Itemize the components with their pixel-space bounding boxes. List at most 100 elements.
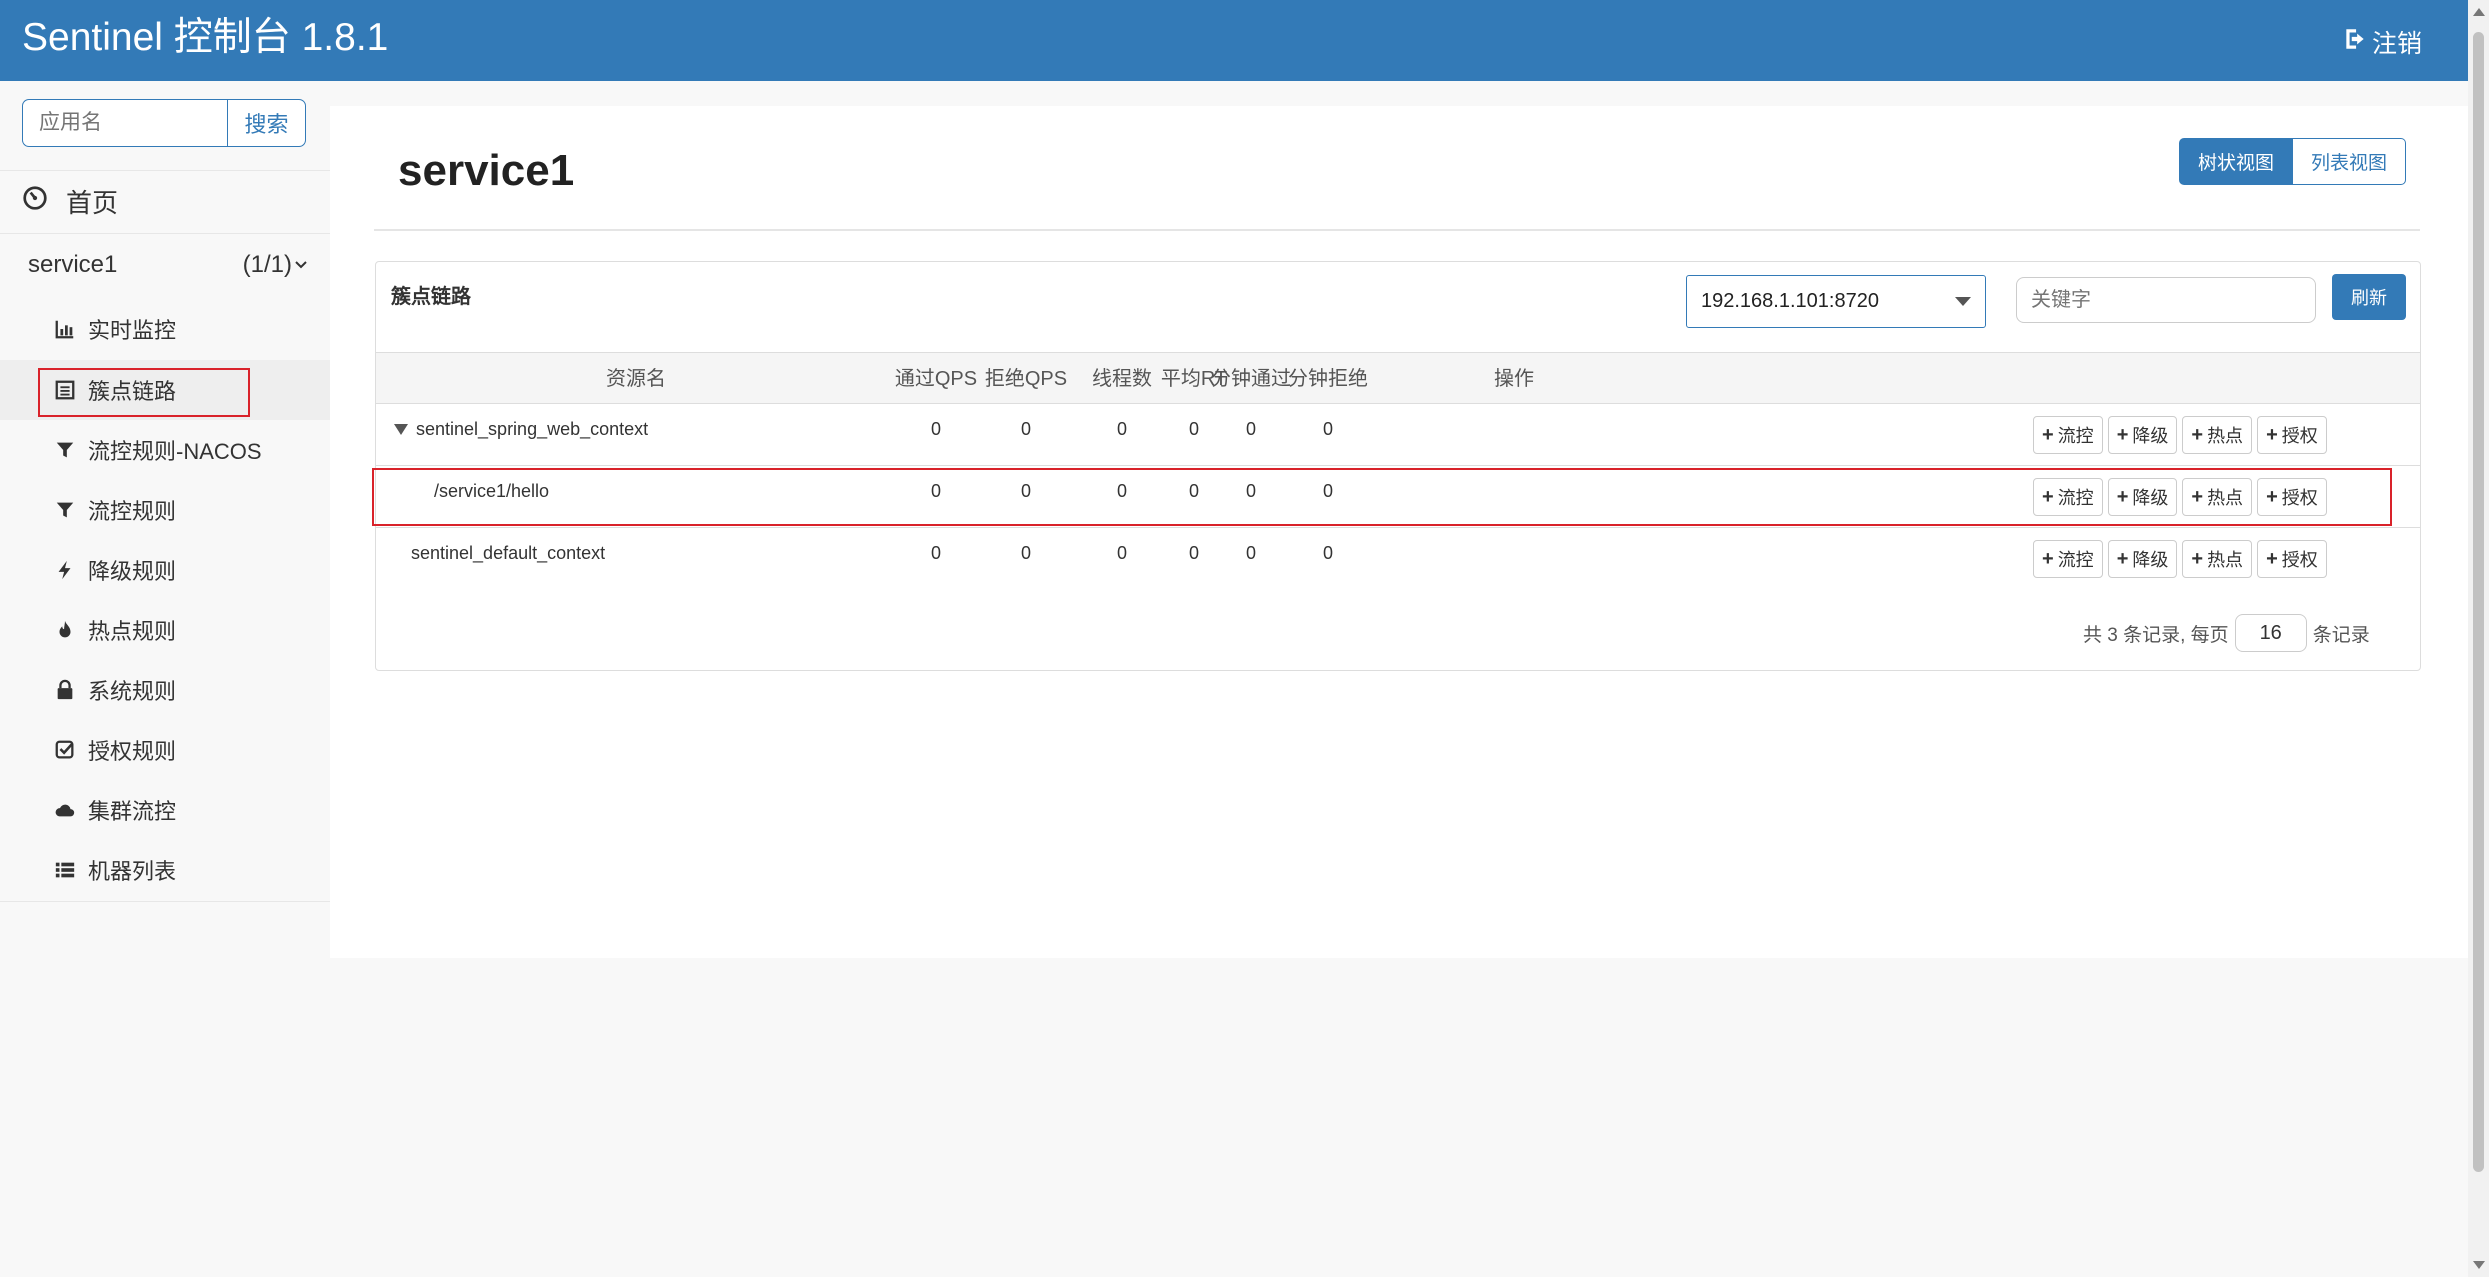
sidebar-item-machines[interactable]: 机器列表 [0,840,330,900]
sidebar-item-label: 机器列表 [88,859,177,884]
sidebar-item-label: 降级规则 [88,559,177,584]
block-qps: 0 [1020,419,1031,439]
add-authority-rule-button[interactable]: + 授权 [2257,540,2327,578]
tree-view-button[interactable]: 树状视图 [2179,138,2294,185]
pass-qps: 0 [930,419,941,439]
sign-out-icon [2342,26,2368,59]
bar-chart-icon [54,318,76,340]
sidebar-item-param-flow[interactable]: 热点规则 [0,600,330,660]
action-label: 授权 [2281,426,2318,446]
action-label: 流控 [2057,426,2094,446]
list-view-button[interactable]: 列表视图 [2293,138,2407,185]
page-scrollbar[interactable] [2468,0,2489,1277]
sidebar-item-metric[interactable]: 实时监控 [0,299,330,359]
action-label: 热点 [2207,426,2244,446]
panel-title: 簇点链路 [391,286,471,308]
keyword-input[interactable] [2016,277,2316,323]
flash-icon [54,559,76,581]
column-header: 分钟拒绝 [1288,368,1368,390]
caret-down-icon[interactable] [394,423,408,435]
resource-panel: 簇点链路 192.168.1.101:8720 刷新 资源名 通过QPS 拒绝Q… [375,261,2421,671]
sidebar-item-label: 热点规则 [88,619,177,644]
app-name: service1 [28,251,118,278]
highlight-box [372,468,2392,526]
plus-icon: + [2116,424,2129,446]
sidebar-item-label: 授权规则 [88,739,177,764]
list-icon [54,859,76,881]
logout-link[interactable]: 注销 [2342,24,2422,60]
check-icon [54,739,76,761]
divider [0,901,330,902]
filter-icon [54,499,76,521]
divider [374,229,2420,231]
nav-home[interactable]: 首页 [22,181,118,221]
machine-select[interactable]: 192.168.1.101:8720 [1686,275,1986,328]
view-toggle: 树状视图 列表视图 [2179,138,2407,185]
divider [0,170,330,171]
action-label: 热点 [2207,550,2244,570]
add-param-rule-button[interactable]: + 热点 [2182,540,2253,578]
scroll-thumb[interactable] [2473,32,2484,1172]
caret-down-icon [1955,297,1971,306]
machine-select-value: 192.168.1.101:8720 [1701,290,1879,312]
action-label: 流控 [2057,550,2094,570]
sidebar-item-label: 流控规则-NACOS [88,439,262,464]
scroll-down-arrow-icon[interactable] [2473,1261,2485,1269]
sidebar-item-label: 流控规则 [88,499,177,524]
sidebar-item-authority[interactable]: 授权规则 [0,720,330,780]
logout-label: 注销 [2371,30,2422,58]
main-content: service1 树状视图 列表视图 簇点链路 192.168.1.101:87… [330,106,2468,958]
resource-name: sentinel_default_context [411,543,606,563]
plus-icon: + [2191,548,2204,570]
sidebar-item-flow-nacos[interactable]: 流控规则-NACOS [0,420,330,480]
app-machine-count: (1/1) [242,251,292,278]
page-title: service1 [398,146,575,195]
add-degrade-rule-button[interactable]: + 降级 [2107,540,2178,578]
fire-icon [54,619,76,641]
sidebar-item-label: 系统规则 [88,679,177,704]
plus-icon: + [2266,424,2278,446]
page-size-input[interactable]: 16 [2234,614,2307,652]
sidebar-item-system[interactable]: 系统规则 [0,660,330,720]
add-param-rule-button[interactable]: + 热点 [2182,416,2253,454]
divider [0,233,330,234]
action-label: 降级 [2132,550,2169,570]
table-row: sentinel_default_context 0 0 0 0 0 0 + 流控… [376,528,2420,590]
plus-icon: + [2191,424,2204,446]
add-flow-rule-button[interactable]: + 流控 [2033,540,2103,578]
sidebar-item-label: 集群流控 [88,799,177,824]
lock-icon [54,679,76,701]
add-flow-rule-button[interactable]: + 流控 [2033,416,2103,454]
row-actions: + 流控 + 降级 + 热点 + 授权 [2033,540,2327,578]
resource-name: sentinel_spring_web_context [416,419,649,439]
pager-total: 共 3 条记录, 每页 [2083,624,2229,646]
scroll-up-arrow-icon[interactable] [2473,8,2485,16]
column-header: 拒绝QPS [984,368,1068,390]
app-group-service1[interactable]: service1 (1/1) [28,251,308,279]
app-search-button[interactable]: 搜索 [227,99,306,147]
sidebar-item-degrade[interactable]: 降级规则 [0,540,330,600]
cloud-icon [54,799,76,821]
column-header: 资源名 [606,368,666,390]
highlight-box [38,368,250,417]
top-navbar: Sentinel 控制台 1.8.1 注销 [0,0,2468,81]
action-label: 授权 [2281,550,2318,570]
sidebar-item-label: 实时监控 [88,318,177,343]
plus-icon: + [2266,548,2278,570]
add-authority-rule-button[interactable]: + 授权 [2257,416,2327,454]
minute-block: 0 [1322,543,1333,563]
plus-icon: + [2042,424,2054,446]
table-header: 资源名 通过QPS 拒绝QPS 线程数 平均RT 分钟通过 分钟拒绝 操作 [376,352,2420,404]
sidebar-item-flow[interactable]: 流控规则 [0,480,330,540]
add-degrade-rule-button[interactable]: + 降级 [2107,416,2178,454]
action-label: 降级 [2132,426,2169,446]
app-search-input[interactable] [22,99,227,147]
refresh-button[interactable]: 刷新 [2332,274,2406,320]
plus-icon: + [2042,548,2054,570]
column-header: 通过QPS [894,368,978,390]
sidebar-item-cluster[interactable]: 集群流控 [0,780,330,840]
brand-title[interactable]: Sentinel 控制台 1.8.1 [22,14,388,62]
pass-qps: 0 [930,543,941,563]
chevron-down-icon [294,251,308,279]
app-search: 搜索 [22,99,308,147]
